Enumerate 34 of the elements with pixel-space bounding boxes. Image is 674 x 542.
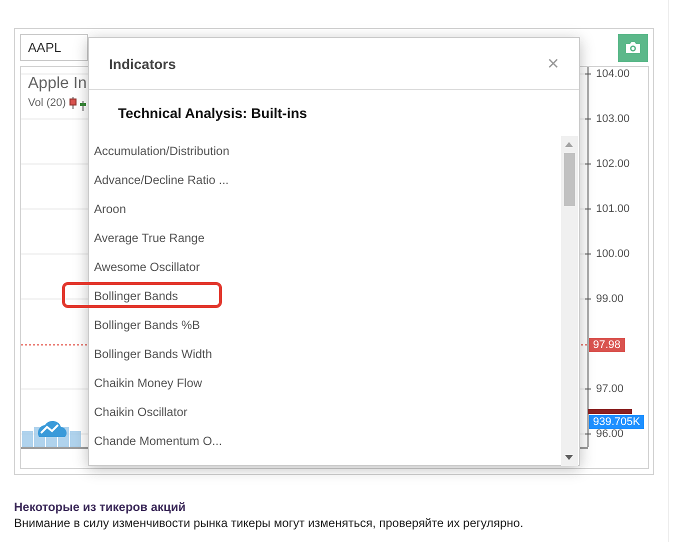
volume-bar [588, 409, 632, 414]
indicator-item[interactable]: Accumulation/Distribution [89, 136, 561, 165]
indicator-item[interactable]: Aroon [89, 194, 561, 223]
symbol-field[interactable]: AAPL [20, 34, 88, 61]
indicator-item[interactable]: Advance/Decline Ratio ... [89, 165, 561, 194]
axis-label: 96.00 [596, 428, 624, 440]
camera-icon [625, 41, 641, 54]
cloud-logo-icon [38, 420, 67, 437]
axis-label: 101.00 [596, 203, 630, 215]
chart-title: Apple In [28, 75, 87, 93]
indicator-item[interactable]: Awesome Oscillator [89, 252, 561, 281]
indicator-item[interactable]: Bollinger Bands [89, 281, 561, 310]
indicator-item[interactable]: Average True Range [89, 223, 561, 252]
axis-label: 99.00 [596, 293, 624, 305]
indicator-item[interactable]: Chaikin Oscillator [89, 397, 561, 426]
volume-label: Vol (20) [28, 97, 66, 109]
scrollbar[interactable] [561, 136, 578, 466]
note-heading: Некоторые из тикеров акций [14, 500, 187, 514]
indicator-item[interactable]: Chaikin Money Flow [89, 368, 561, 397]
axis-label: 102.00 [596, 158, 630, 170]
candlestick-drawing [70, 96, 86, 112]
indicator-item[interactable]: Chande Momentum O... [89, 426, 561, 455]
camera-button[interactable] [618, 34, 648, 62]
axis-label: 97.00 [596, 383, 624, 395]
indicator-item[interactable]: Bollinger Bands %B [89, 310, 561, 339]
last-price-tag: 97.98 [589, 338, 625, 352]
section-heading: Technical Analysis: Built-ins [117, 104, 308, 123]
indicator-item[interactable]: Bollinger Bands Width [89, 339, 561, 368]
volume-tag: 939.705K [589, 415, 644, 429]
note-text: Внимание в силу изменчивости рынка тикеры могут изменяться, проверяйте их регулярно. [14, 516, 524, 530]
axis-label: 104.00 [596, 68, 630, 80]
dialog-title: Indicators [109, 56, 176, 72]
axis-label: 103.00 [596, 113, 630, 125]
axis-label: 100.00 [596, 248, 630, 260]
